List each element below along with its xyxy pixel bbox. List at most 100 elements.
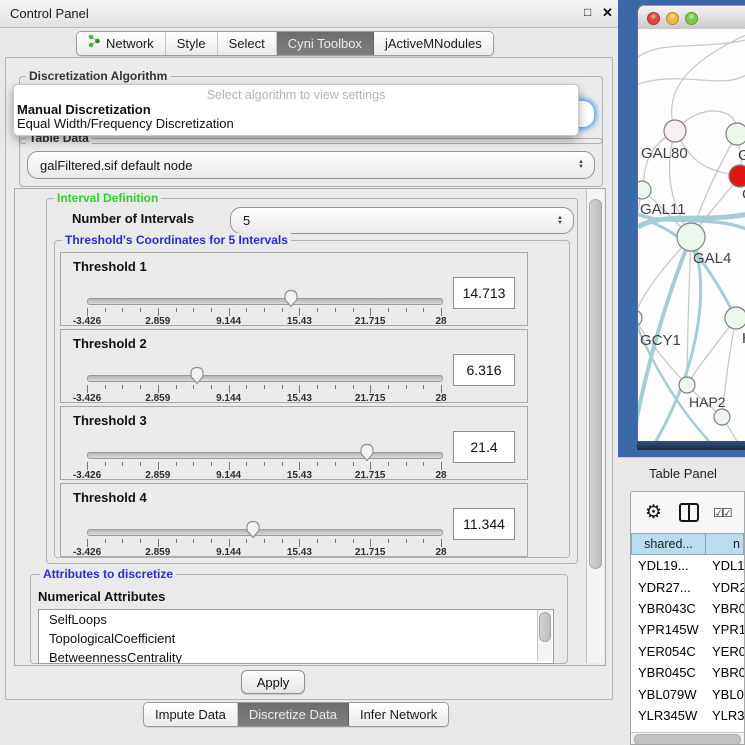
tick xyxy=(140,539,141,543)
slider-track[interactable] xyxy=(87,298,443,305)
close-icon[interactable]: ✕ xyxy=(602,5,613,21)
network-canvas[interactable]: GAL80GACGAL11GAL4GCY1HHAP2 xyxy=(637,29,745,441)
network-node-n2[interactable] xyxy=(714,409,730,425)
slider-track[interactable] xyxy=(87,452,443,459)
slider-thumb[interactable] xyxy=(189,366,205,385)
table-cell-name[interactable]: YER0 xyxy=(706,644,744,659)
tick-label: -3.426 xyxy=(73,393,101,404)
vertical-scrollbar[interactable] xyxy=(586,189,604,663)
tab-jactivemnodules[interactable]: jActiveMNodules xyxy=(374,32,493,55)
attribute-item[interactable]: SelfLoops xyxy=(39,610,553,629)
table-cell-shared-name[interactable]: YBR045C xyxy=(631,665,706,680)
table-row[interactable]: YER054CYER0 xyxy=(631,641,744,662)
mac-minimize-button[interactable] xyxy=(666,12,679,25)
threshold-value-field[interactable]: 6.316 xyxy=(453,354,515,386)
table-cell-name[interactable]: YBR0 xyxy=(706,665,744,680)
table-row[interactable]: YBL079WYBL0 xyxy=(631,683,744,704)
table-cell-shared-name[interactable]: YLR345W xyxy=(631,708,706,723)
table-row[interactable]: YDR27...YDR2 xyxy=(631,576,744,597)
network-node-hap2[interactable] xyxy=(679,377,695,393)
threshold-value-field[interactable]: 21.4 xyxy=(453,431,515,463)
attributes-list-scrollbar[interactable] xyxy=(537,610,552,661)
slider-track[interactable] xyxy=(87,375,443,382)
attribute-item[interactable]: TopologicalCoefficient xyxy=(39,629,553,648)
table-cell-shared-name[interactable]: YBL079W xyxy=(631,687,706,702)
tab-style[interactable]: Style xyxy=(166,32,218,55)
tick-label: 28 xyxy=(435,547,446,558)
table-cell-shared-name[interactable]: YER054C xyxy=(631,644,706,659)
network-node-gal80[interactable] xyxy=(664,120,686,142)
tab-cyni-toolbox[interactable]: Cyni Toolbox xyxy=(277,32,374,55)
attribute-item[interactable]: BetweennessCentrality xyxy=(39,648,553,664)
table-cell-name[interactable]: YBR0 xyxy=(706,601,744,616)
num-intervals-label: Number of Intervals xyxy=(72,211,194,226)
mac-zoom-button[interactable] xyxy=(685,12,698,25)
tab-impute-data[interactable]: Impute Data xyxy=(144,703,238,726)
tick xyxy=(423,462,424,466)
mac-close-button[interactable] xyxy=(647,12,660,25)
column-header-shared-name[interactable]: shared... xyxy=(631,533,706,555)
column-layout-icon[interactable] xyxy=(679,503,699,522)
table-cell-name[interactable]: YDR2 xyxy=(706,580,744,595)
network-node-ga[interactable] xyxy=(726,123,745,145)
table-cell-shared-name[interactable]: YDL19... xyxy=(631,558,706,573)
scrollbar-thumb[interactable] xyxy=(589,199,602,569)
numerical-attributes-list[interactable]: SelfLoopsTopologicalCoefficientBetweenne… xyxy=(38,609,554,664)
gear-icon[interactable]: ⚙ xyxy=(645,503,662,522)
tick xyxy=(158,539,159,547)
column-header-name[interactable]: n xyxy=(706,533,744,555)
tick xyxy=(158,385,159,393)
tick xyxy=(140,462,141,466)
threshold-panel: Threshold 2-3.4262.8599.14415.4321.71528… xyxy=(60,329,528,403)
slider-thumb[interactable] xyxy=(359,443,375,462)
tick xyxy=(423,308,424,312)
tab-discretize-data[interactable]: Discretize Data xyxy=(238,703,349,726)
tick xyxy=(282,462,283,466)
apply-button[interactable]: Apply xyxy=(241,670,305,694)
table-data-combobox[interactable]: galFiltered.sif default node ▲▼ xyxy=(27,151,595,179)
network-node-gcy1[interactable] xyxy=(638,310,642,326)
network-node-red[interactable] xyxy=(729,165,745,187)
table-row[interactable]: YBR045CYBR0 xyxy=(631,662,744,683)
tab-select[interactable]: Select xyxy=(218,32,277,55)
network-node-gal4[interactable] xyxy=(677,223,705,251)
tick xyxy=(299,462,300,470)
slider-thumb[interactable] xyxy=(245,520,261,539)
threshold-value-field[interactable]: 14.713 xyxy=(453,277,515,309)
network-node-h[interactable] xyxy=(725,307,745,329)
tick xyxy=(211,308,212,312)
scrollbar-thumb[interactable] xyxy=(539,612,551,642)
table-row[interactable]: YPR145WYPR1 xyxy=(631,619,744,640)
slider-tick-labels: -3.4262.8599.14415.4321.71528 xyxy=(87,316,441,327)
algorithm-option[interactable]: Manual Discretization xyxy=(14,103,578,117)
table-cell-shared-name[interactable]: YDR27... xyxy=(631,580,706,595)
table-row[interactable]: YBR043CYBR0 xyxy=(631,598,744,619)
tab-network[interactable]: Network xyxy=(77,32,166,55)
slider-tick-labels: -3.4262.8599.14415.4321.71528 xyxy=(87,393,441,404)
network-window-titlebar[interactable] xyxy=(637,5,745,31)
table-cell-name[interactable]: YDL1 xyxy=(706,558,744,573)
tab-infer-network[interactable]: Infer Network xyxy=(349,703,448,726)
select-columns-icon[interactable]: ☑☑ xyxy=(713,506,731,520)
network-node-gal11[interactable] xyxy=(638,181,651,199)
threshold-value-field[interactable]: 11.344 xyxy=(453,508,515,540)
network-edge xyxy=(687,318,736,385)
table-cell-name[interactable]: YBL0 xyxy=(706,687,744,702)
slider-thumb[interactable] xyxy=(283,289,299,308)
table-data-value: galFiltered.sif default node xyxy=(28,158,578,173)
horizontal-scrollbar[interactable] xyxy=(631,732,744,745)
float-window-icon[interactable]: □ xyxy=(584,5,591,19)
table-cell-shared-name[interactable]: YPR145W xyxy=(631,622,706,637)
tick xyxy=(87,385,88,393)
scrollbar-thumb[interactable] xyxy=(634,734,741,745)
table-cell-name[interactable]: YLR3 xyxy=(706,708,744,723)
table-cell-shared-name[interactable]: YBR043C xyxy=(631,601,706,616)
tick-label: 2.859 xyxy=(145,547,170,558)
table-cell-name[interactable]: YPR1 xyxy=(706,622,744,637)
node-table: ⚙ ☑☑ shared... n YDL19...YDL1YDR27...YDR… xyxy=(630,491,745,745)
num-intervals-combobox[interactable]: 5 ▲▼ xyxy=(230,207,574,234)
slider-track[interactable] xyxy=(87,529,443,536)
algorithm-option[interactable]: Equal Width/Frequency Discretization xyxy=(14,117,578,131)
table-row[interactable]: YDL19...YDL1 xyxy=(631,555,744,576)
table-row[interactable]: YLR345WYLR3 xyxy=(631,705,744,726)
